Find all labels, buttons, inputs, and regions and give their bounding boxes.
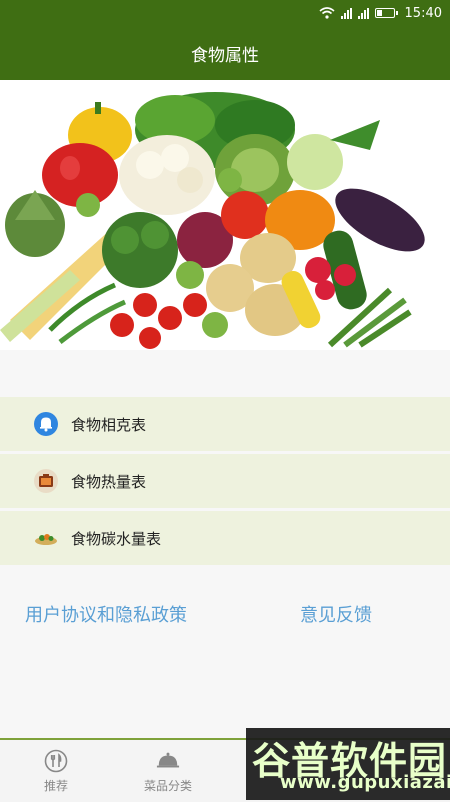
menu-item-label: 食物碳水量表	[71, 529, 162, 548]
menu-item-food-carbs[interactable]: 食物碳水量表	[0, 511, 450, 565]
site-watermark: 谷普软件园 www.gupuxiazai.com	[246, 728, 450, 800]
status-bar: 15:40	[0, 0, 450, 26]
nav-dish-categories[interactable]: 菜品分类	[113, 740, 223, 802]
nav-recommend[interactable]: 推荐	[1, 740, 111, 802]
vegetables-photo	[0, 80, 450, 350]
battery-icon	[374, 8, 398, 18]
links-row: 用户协议和隐私政策 意见反馈	[0, 596, 450, 632]
box-icon	[33, 468, 59, 494]
menu-item-food-calories[interactable]: 食物热量表	[0, 454, 450, 508]
signal-icon-2	[357, 7, 369, 19]
fork-knife-icon	[44, 749, 68, 773]
status-time: 15:40	[404, 5, 442, 21]
user-agreement-link[interactable]: 用户协议和隐私政策	[25, 601, 187, 627]
nav-label: 菜品分类	[143, 778, 192, 793]
vegetables-banner	[0, 80, 450, 350]
signal-icon	[340, 7, 352, 19]
spacer	[0, 350, 450, 396]
watermark-url: www.gupuxiazai.com	[280, 772, 450, 793]
bell-icon	[33, 411, 59, 437]
feedback-link[interactable]: 意见反馈	[300, 601, 372, 627]
cloche-icon	[156, 749, 180, 773]
menu-item-label: 食物相克表	[71, 415, 147, 434]
menu-list: 食物相克表 食物热量表 食物碳水量表	[0, 397, 450, 568]
wifi-icon	[319, 7, 335, 19]
tray-icon	[33, 525, 59, 551]
title-bar: 食物属性	[0, 26, 450, 80]
menu-item-label: 食物热量表	[71, 472, 147, 491]
nav-label: 推荐	[43, 778, 68, 793]
menu-item-food-incompatibility[interactable]: 食物相克表	[0, 397, 450, 451]
page-title: 食物属性	[191, 45, 259, 66]
